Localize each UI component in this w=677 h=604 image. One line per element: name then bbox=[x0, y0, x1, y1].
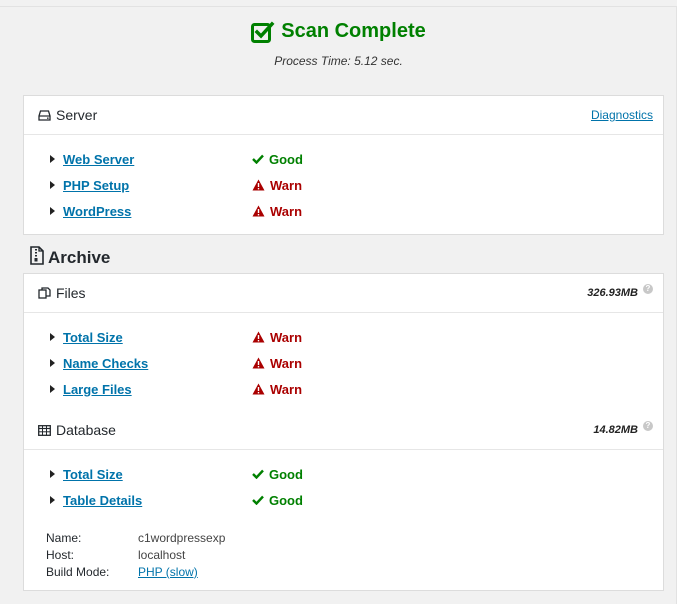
files-row-total-size: Total Size Warn bbox=[24, 324, 663, 350]
server-row-wordpress: WordPress Warn bbox=[24, 198, 663, 224]
status-good: Good bbox=[252, 152, 303, 167]
db-build-line: Build Mode: PHP (slow) bbox=[46, 563, 663, 580]
files-total-size-link[interactable]: Total Size bbox=[63, 330, 252, 345]
expand-triangle-icon[interactable] bbox=[50, 333, 55, 341]
database-row-table-details: Table Details Good bbox=[24, 487, 663, 513]
name-checks-link[interactable]: Name Checks bbox=[63, 356, 252, 371]
web-server-link[interactable]: Web Server bbox=[63, 152, 252, 167]
files-header: Files 326.93MB ? bbox=[24, 274, 663, 313]
files-row-large-files: Large Files Warn bbox=[24, 376, 663, 402]
db-name-label: Name: bbox=[46, 530, 82, 545]
warning-icon bbox=[252, 205, 265, 217]
database-header: Database 14.82MB ? bbox=[24, 411, 663, 450]
process-time: Process Time: 5.12 sec. bbox=[274, 53, 403, 68]
db-host-value: localhost bbox=[138, 547, 186, 562]
status-warn: Warn bbox=[252, 330, 302, 345]
status-good: Good bbox=[252, 493, 303, 508]
db-name-value: c1wordpressexp bbox=[138, 530, 226, 545]
scan-complete-title: Scan Complete bbox=[251, 20, 426, 43]
checkbox-check-icon bbox=[251, 21, 275, 43]
wordpress-link[interactable]: WordPress bbox=[63, 204, 252, 219]
files-copy-icon bbox=[38, 287, 51, 299]
status-warn: Warn bbox=[252, 204, 302, 219]
db-host-line: Host: localhost bbox=[46, 546, 663, 563]
expand-triangle-icon[interactable] bbox=[50, 385, 55, 393]
table-grid-icon bbox=[38, 424, 51, 436]
db-host-label: Host: bbox=[46, 547, 75, 562]
archive-file-icon bbox=[30, 246, 44, 270]
expand-triangle-icon[interactable] bbox=[50, 207, 55, 215]
large-files-link[interactable]: Large Files bbox=[63, 382, 252, 397]
warning-icon bbox=[252, 357, 265, 369]
top-divider bbox=[0, 6, 677, 7]
database-total-size-link[interactable]: Total Size bbox=[63, 467, 252, 482]
files-row-name-checks: Name Checks Warn bbox=[24, 350, 663, 376]
archive-panel: Files 326.93MB ? Total Size Warn Name Ch… bbox=[23, 273, 664, 591]
expand-triangle-icon[interactable] bbox=[50, 155, 55, 163]
database-title: Database bbox=[56, 422, 116, 438]
status-good: Good bbox=[252, 467, 303, 482]
server-panel-title: Server bbox=[56, 107, 98, 123]
files-size: 326.93MB bbox=[587, 287, 638, 299]
db-build-label: Build Mode: bbox=[46, 564, 110, 579]
server-icon bbox=[38, 109, 51, 121]
help-icon[interactable]: ? bbox=[643, 421, 653, 431]
warning-icon bbox=[252, 383, 265, 395]
expand-triangle-icon[interactable] bbox=[50, 496, 55, 504]
warning-icon bbox=[252, 331, 265, 343]
database-info: Name: c1wordpressexp Host: localhost Bui… bbox=[24, 513, 663, 580]
db-name-line: Name: c1wordpressexp bbox=[46, 529, 663, 546]
database-size: 14.82MB bbox=[593, 424, 638, 436]
expand-triangle-icon[interactable] bbox=[50, 470, 55, 478]
checkmark-icon bbox=[252, 469, 264, 479]
server-row-php-setup: PHP Setup Warn bbox=[24, 172, 663, 198]
server-panel: Server Diagnostics Web Server Good PHP S… bbox=[23, 95, 664, 235]
archive-title: Archive bbox=[30, 246, 110, 270]
build-mode-link[interactable]: PHP (slow) bbox=[138, 565, 198, 579]
table-details-link[interactable]: Table Details bbox=[63, 493, 252, 508]
status-warn: Warn bbox=[252, 178, 302, 193]
database-row-total-size: Total Size Good bbox=[24, 461, 663, 487]
checkmark-icon bbox=[252, 154, 264, 164]
status-warn: Warn bbox=[252, 356, 302, 371]
files-title: Files bbox=[56, 285, 86, 301]
server-panel-header: Server Diagnostics bbox=[24, 96, 663, 135]
expand-triangle-icon[interactable] bbox=[50, 181, 55, 189]
server-row-web-server: Web Server Good bbox=[24, 146, 663, 172]
expand-triangle-icon[interactable] bbox=[50, 359, 55, 367]
help-icon[interactable]: ? bbox=[643, 284, 653, 294]
scan-header: Scan Complete Process Time: 5.12 sec. bbox=[0, 20, 677, 68]
php-setup-link[interactable]: PHP Setup bbox=[63, 178, 252, 193]
checkmark-icon bbox=[252, 495, 264, 505]
warning-icon bbox=[252, 179, 265, 191]
diagnostics-link[interactable]: Diagnostics bbox=[591, 108, 653, 122]
status-warn: Warn bbox=[252, 382, 302, 397]
